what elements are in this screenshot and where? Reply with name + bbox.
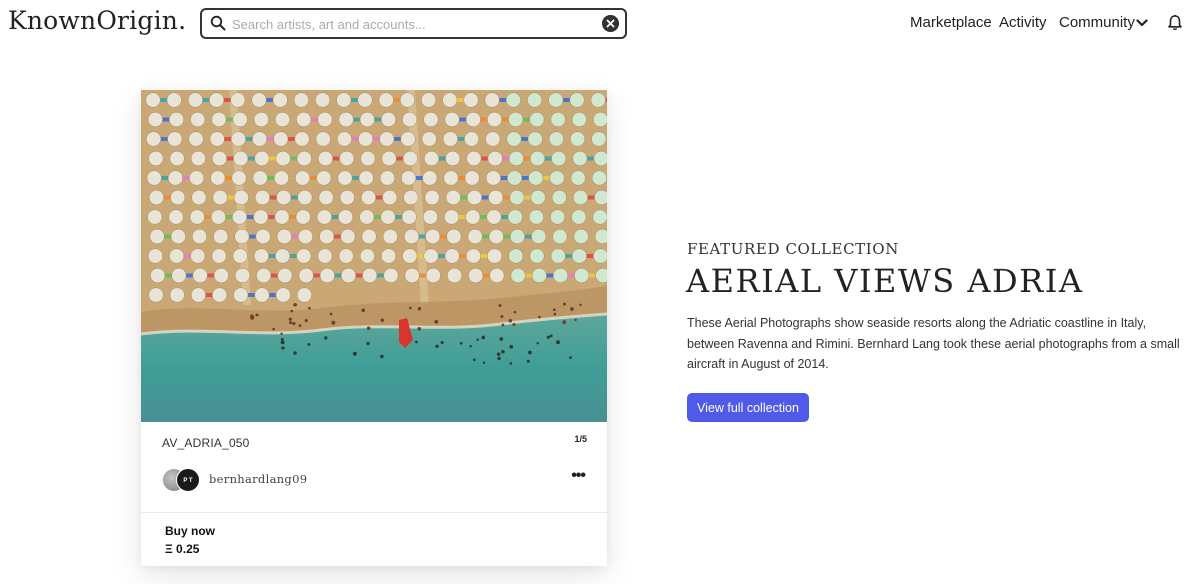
bell-icon[interactable] (1167, 14, 1183, 31)
more-options-icon[interactable]: ••• (571, 467, 586, 485)
featured-label: FEATURED COLLECTION (687, 240, 899, 258)
chevron-down-icon[interactable] (1136, 18, 1148, 28)
collection-description: These Aerial Photographs show seaside re… (687, 316, 1180, 371)
divider (141, 512, 607, 513)
nav-activity[interactable]: Activity (999, 14, 1047, 31)
search-bar[interactable] (200, 8, 627, 39)
price: Ξ 0.25 (165, 542, 200, 556)
collection-title: AERIAL VIEWS ADRIA (686, 262, 1084, 300)
artwork-card[interactable]: AV_ADRIA_050 1/5 P T bernhardlang09 ••• … (141, 90, 607, 566)
search-icon (210, 15, 226, 31)
artwork-title[interactable]: AV_ADRIA_050 (162, 436, 250, 450)
clear-search-icon[interactable] (602, 15, 619, 32)
artwork-image[interactable] (141, 90, 607, 422)
buy-now-label: Buy now (165, 524, 215, 538)
view-collection-button[interactable]: View full collection (687, 393, 809, 422)
search-input[interactable] (232, 14, 592, 34)
artist-name[interactable]: bernhardlang09 (209, 472, 307, 486)
edition-badge: 1/5 (574, 434, 587, 444)
avatar-group[interactable]: P T (162, 468, 202, 492)
nav-marketplace[interactable]: Marketplace (910, 14, 992, 31)
nav-community[interactable]: Community (1059, 14, 1135, 31)
avatar[interactable]: P T (176, 468, 200, 492)
aerial-beach-image (141, 90, 607, 422)
logo[interactable]: KnownOrigin. (8, 6, 186, 35)
